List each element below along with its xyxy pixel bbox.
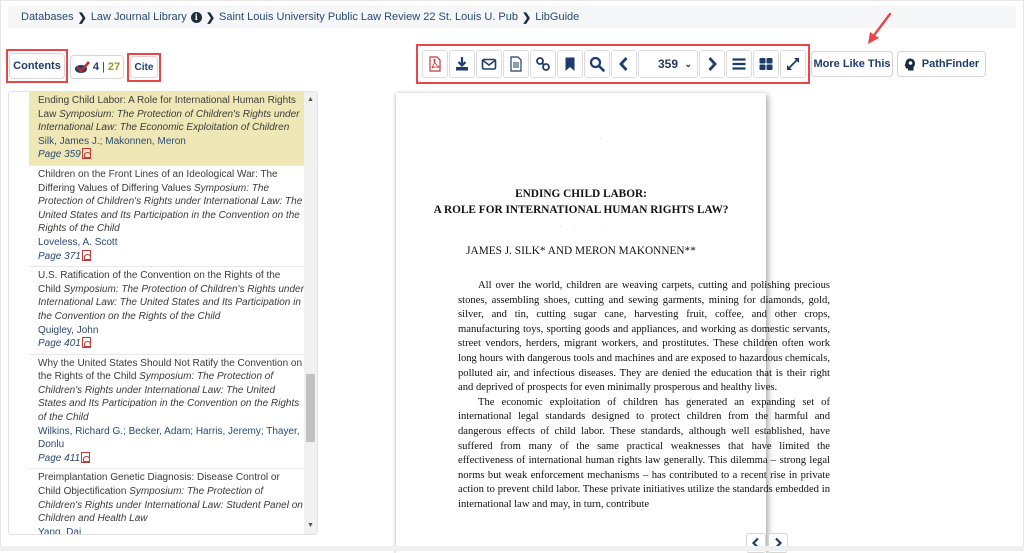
list-item[interactable]: Ending Child Labor: A Role for Internati…: [29, 92, 305, 166]
item-authors: Loveless, A. Scott: [38, 236, 118, 248]
link-button[interactable]: [530, 50, 556, 78]
scan-speck: . . .: [560, 223, 604, 229]
list-item[interactable]: Preimplantation Genetic Diagnosis: Disea…: [29, 469, 305, 534]
download-icon: [456, 57, 468, 71]
page-number-value: 359: [657, 57, 679, 71]
download-button[interactable]: [449, 50, 475, 78]
item-page[interactable]: Page 371: [38, 251, 81, 262]
scroll-up-arrow-icon[interactable]: ▲: [304, 94, 317, 106]
chevron-right-icon: [708, 57, 717, 71]
search-icon: [589, 56, 605, 72]
item-page[interactable]: Page 411: [38, 453, 80, 464]
bottom-edge: [0, 546, 1024, 551]
envelope-icon: [481, 58, 497, 70]
pdf-icon[interactable]: [81, 337, 91, 349]
list-item[interactable]: Why the United States Should Not Ratify …: [29, 355, 305, 470]
scrollbar-thumb[interactable]: [306, 374, 315, 442]
checkmark-icon: [74, 60, 90, 73]
grid-icon: [759, 58, 773, 70]
item-symposium: Symposium: The Protection of Children's …: [38, 108, 300, 134]
list-item[interactable]: Children on the Front Lines of an Ideolo…: [29, 166, 305, 268]
contents-list: Ending Child Labor: A Role for Internati…: [9, 92, 305, 534]
marked-items-button[interactable]: 4 | 27: [70, 55, 124, 79]
list-icon: [732, 58, 746, 70]
list-item[interactable]: U.S. Ratification of the Convention on t…: [29, 267, 305, 355]
info-circle-icon[interactable]: i: [190, 11, 202, 23]
item-authors: Silk, James J.; Makonnen, Meron: [38, 135, 186, 147]
item-page[interactable]: Page 359: [38, 149, 81, 160]
breadcrumb-law-journal-library[interactable]: Law Journal Library: [91, 11, 187, 23]
search-button[interactable]: [584, 50, 610, 78]
chevron-down-icon: ⌄: [684, 59, 692, 69]
document-page: . ENDING CHILD LABOR: A ROLE FOR INTERNA…: [396, 93, 830, 553]
article-paragraph: All over the world, children are weaving…: [458, 280, 830, 394]
marked-count: 4: [92, 61, 99, 73]
pdf-button[interactable]: [422, 50, 448, 78]
fullscreen-button[interactable]: [780, 50, 806, 78]
pdf-icon[interactable]: [81, 249, 91, 261]
item-page[interactable]: Page 401: [38, 338, 81, 349]
item-symposium: Symposium: The Protection of Children's …: [38, 283, 304, 322]
contents-tab[interactable]: Contents: [9, 53, 65, 79]
article-title-line-1: ENDING CHILD LABOR:: [515, 188, 647, 200]
breadcrumb-libguide[interactable]: LibGuide: [535, 11, 579, 23]
list-view-button[interactable]: [726, 50, 752, 78]
cite-button[interactable]: Cite: [130, 56, 158, 78]
document-icon: [510, 56, 522, 72]
chevron-left-icon: [619, 57, 628, 71]
pathfinder-button[interactable]: PathFinder: [897, 51, 986, 77]
contents-scrollbar[interactable]: ▲ ▼: [304, 92, 317, 534]
viewer-toolbar: 359 ⌄: [422, 50, 806, 80]
email-button[interactable]: [476, 50, 502, 78]
head-profile-icon: [904, 58, 915, 70]
article-title: ENDING CHILD LABOR: A ROLE FOR INTERNATI…: [396, 187, 766, 218]
pdf-icon[interactable]: [81, 148, 91, 160]
grid-view-button[interactable]: [753, 50, 779, 78]
item-authors: Wilkins, Richard G.; Becker, Adam; Harri…: [38, 425, 300, 451]
annotation-arrow-icon: [868, 12, 892, 44]
next-page-button[interactable]: [699, 50, 725, 78]
pathfinder-label: PathFinder: [921, 58, 980, 70]
link-icon: [536, 57, 550, 71]
chevron-right-icon: ❯: [522, 11, 532, 24]
contents-panel: Ending Child Labor: A Role for Internati…: [8, 91, 318, 535]
chevron-right-icon: ❯: [77, 11, 87, 24]
article-authors: JAMES J. SILK* AND MERON MAKONNEN**: [466, 245, 696, 257]
text-view-button[interactable]: [503, 50, 529, 78]
more-like-this-label: More Like This: [813, 58, 891, 70]
breadcrumb-databases[interactable]: Databases: [21, 11, 74, 23]
chevron-right-icon: ❯: [205, 11, 216, 24]
expand-icon: [787, 58, 799, 70]
scan-speck: .: [600, 135, 602, 141]
breadcrumb-journal-title[interactable]: Saint Louis University Public Law Review…: [219, 11, 518, 23]
pdf-icon: [429, 56, 441, 72]
scroll-down-arrow-icon[interactable]: ▼: [304, 520, 317, 532]
previous-page-button[interactable]: [611, 50, 637, 78]
article-body: All over the world, children are weaving…: [458, 279, 830, 513]
cite-label: Cite: [134, 61, 154, 73]
article-paragraph: The economic exploitation of children ha…: [458, 396, 830, 510]
page-number-select[interactable]: 359 ⌄: [638, 50, 698, 78]
bookmark-button[interactable]: [557, 50, 583, 78]
item-authors: Yang, Dai: [38, 526, 82, 534]
contents-label: Contents: [13, 60, 61, 72]
item-authors: Quigley, John: [38, 324, 99, 336]
pdf-icon[interactable]: [81, 451, 91, 463]
total-count: 27: [107, 61, 121, 73]
more-like-this-button[interactable]: More Like This: [811, 51, 893, 77]
bookmark-icon: [565, 57, 575, 71]
article-title-line-2: A ROLE FOR INTERNATIONAL HUMAN RIGHTS LA…: [433, 203, 729, 216]
count-separator: |: [102, 61, 105, 73]
